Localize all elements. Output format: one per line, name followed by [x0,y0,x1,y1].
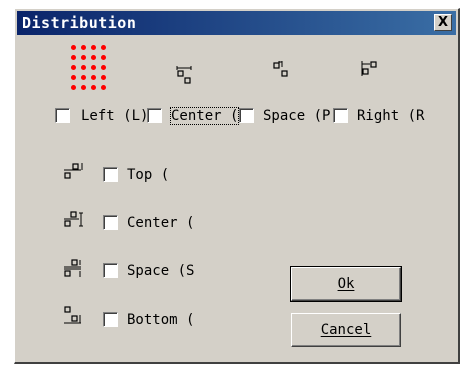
center-horizontal-distribute-icon [176,66,192,84]
align-right-distribute-icon [361,61,377,76]
close-icon: X [437,15,449,30]
space-vertical-checkbox[interactable] [103,263,118,278]
space-vertical-label: Space (S [127,263,195,279]
bottom-checkbox[interactable] [103,312,118,327]
distribution-dialog: Distribution X Left (L) Center (Space (… [14,8,460,364]
align-top-distribute-icon [64,163,83,179]
center-vertical-distribute-icon [64,211,83,227]
align-bottom-distribute-icon [64,306,81,324]
space-horizontal-label: Space (P [263,108,331,124]
left-checkbox[interactable] [55,108,70,123]
ok-button[interactable]: Ok [290,266,402,302]
center-vertical-label: Center ( [127,215,195,231]
cancel-button[interactable]: Cancel [291,313,401,347]
bottom-label: Bottom ( [127,312,195,328]
center-horizontal-checkbox[interactable] [147,108,162,123]
right-label: Right (R [357,108,425,124]
title-bar[interactable]: Distribution X [17,11,456,35]
right-checkbox[interactable] [333,108,348,123]
left-label: Left (L) [81,108,149,124]
center-horizontal-label: Center ( [169,107,240,125]
space-horizontal-checkbox[interactable] [239,108,254,123]
space-horizontal-distribute-icon [273,61,288,77]
center-vertical-checkbox[interactable] [103,215,118,230]
top-label: Top ( [127,167,170,183]
window-title: Distribution [22,14,137,32]
space-vertical-distribute-icon [64,259,81,277]
dot-grid-preview [69,43,117,97]
top-checkbox[interactable] [103,167,118,182]
close-button[interactable]: X [434,14,452,31]
